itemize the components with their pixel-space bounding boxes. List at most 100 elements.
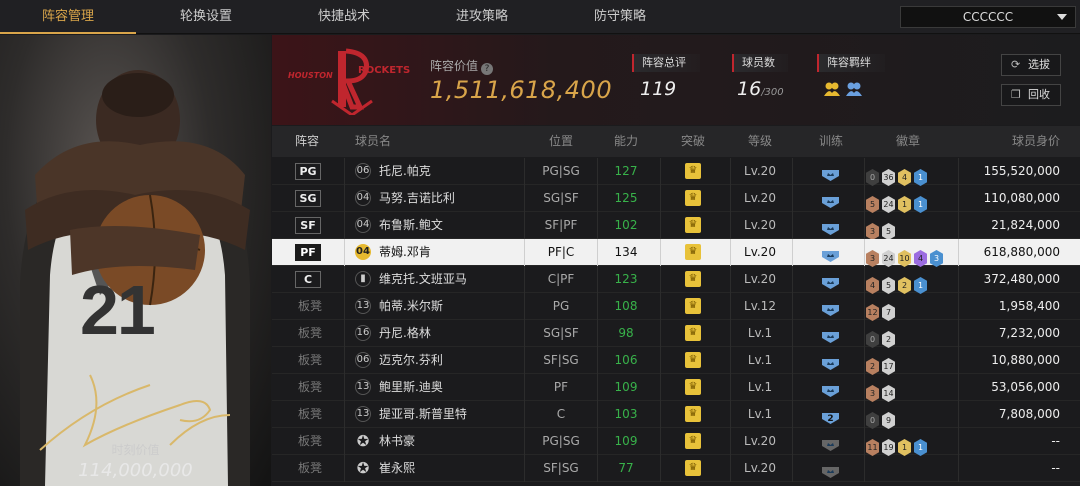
badge-list[interactable]: 11 19 1 1 (866, 433, 930, 456)
training-shield-icon[interactable] (821, 462, 840, 478)
training-shield-icon[interactable] (821, 219, 840, 235)
crown-icon[interactable]: ♛ (685, 406, 701, 422)
badge-list[interactable]: 35 (866, 217, 898, 240)
recycle-button[interactable]: ❐ 回收 (1001, 84, 1061, 106)
column-divider (344, 374, 345, 401)
badge-list[interactable]: 4521 (866, 271, 930, 294)
column-divider (958, 455, 959, 482)
training-shield-icon[interactable] (821, 435, 840, 451)
training-shield-icon[interactable] (821, 165, 840, 181)
bond-blue-icon[interactable] (845, 81, 863, 97)
training-shield-icon[interactable]: 2 (821, 408, 840, 424)
crown-icon[interactable]: ♛ (685, 298, 701, 314)
training-shield-icon[interactable] (821, 246, 840, 262)
badge-list[interactable]: 0 36 4 1 (866, 163, 930, 186)
badge-list[interactable]: 3 14 (866, 379, 898, 402)
tab-offense-strategy[interactable]: 进攻策略 (412, 0, 552, 34)
col-ability: 能力 (613, 134, 638, 148)
table-row[interactable]: PG 06 托尼.帕克 PG|SG 127 ♛ Lv.20 0 36 4 1 155,520,000 (272, 158, 1080, 186)
star-icon: ✪ (356, 432, 370, 450)
player-card[interactable]: 21 时刻价值 114,000,000 (0, 35, 271, 486)
column-divider (958, 347, 959, 374)
badge-list[interactable]: 2 17 (866, 352, 898, 375)
training-shield-icon[interactable] (821, 192, 840, 208)
player-position: PG|SG (542, 434, 580, 448)
jersey-badge: 04 (355, 217, 371, 233)
player-name[interactable]: 丹尼.格林 (379, 320, 431, 347)
player-name[interactable]: 林书豪 (379, 428, 415, 455)
table-row[interactable]: SG 04 马努.吉诺比利 SG|SF 125 ♛ Lv.20 5 24 1 1 110,080,00… (272, 185, 1080, 213)
crown-icon[interactable]: ♛ (685, 352, 701, 368)
bond-label: 阵容羁绊 (817, 54, 885, 72)
crown-icon[interactable]: ♛ (685, 217, 701, 233)
crown-icon[interactable]: ♛ (685, 460, 701, 476)
column-divider (660, 401, 661, 428)
column-divider (792, 293, 793, 320)
badge-list[interactable]: 3 24 10 4 3 (866, 244, 946, 267)
player-name[interactable]: 提亚哥.斯普里特 (379, 401, 467, 428)
table-row[interactable]: 板凳 16 丹尼.格林 SG|SF 98 ♛ Lv.1 0 2 7,232,000 (272, 320, 1080, 348)
player-ability: 106 (614, 353, 638, 367)
badge-icon: 3 (866, 385, 879, 402)
column-divider (660, 374, 661, 401)
player-name[interactable]: 崔永熙 (379, 455, 415, 482)
select-button[interactable]: ⟳ 选拔 (1001, 54, 1061, 76)
badge-list[interactable]: 12 7 (866, 298, 898, 321)
tab-lineup-management[interactable]: 阵容管理 (0, 0, 136, 34)
badge-list[interactable]: 09 (866, 406, 898, 429)
table-row[interactable]: PF 04 蒂姆.邓肯 PF|C 134 ♛ Lv.20 3 24 10 4 3 618,880,000 (272, 239, 1080, 267)
crown-icon[interactable]: ♛ (685, 379, 701, 395)
badge-list[interactable]: 5 24 1 1 (866, 190, 930, 213)
help-icon[interactable]: ? (481, 63, 494, 75)
column-divider (864, 239, 865, 266)
player-count: 16/300 (737, 78, 784, 100)
table-row[interactable]: 板凳 13 提亚哥.斯普里特 C 103 ♛ Lv.1 2 0 9 7,808,000 (272, 401, 1080, 429)
player-name[interactable]: 迈克尔.芬利 (379, 347, 443, 374)
column-divider (958, 239, 959, 266)
badge-list[interactable]: 02 (866, 325, 898, 348)
column-divider (864, 158, 865, 185)
crown-icon[interactable]: ♛ (685, 163, 701, 179)
player-name[interactable]: 鲍里斯.迪奥 (379, 374, 443, 401)
player-name[interactable]: 布鲁斯.鲍文 (379, 212, 443, 239)
tab-defense-strategy[interactable]: 防守策略 (552, 0, 688, 34)
badge-icon: 2 (866, 358, 879, 375)
player-name[interactable]: 托尼.帕克 (379, 158, 431, 185)
table-row[interactable]: 板凳 06 迈克尔.芬利 SF|SG 106 ♛ Lv.1 2 17 10,880,000 (272, 347, 1080, 375)
player-name[interactable]: 蒂姆.邓肯 (379, 239, 431, 266)
player-name[interactable]: 维克托.文班亚马 (379, 266, 467, 293)
training-shield-icon[interactable] (821, 354, 840, 370)
column-divider (660, 347, 661, 374)
table-row[interactable]: 板凳 13 帕蒂.米尔斯 PG 108 ♛ Lv.12 12 7 1,958,400 (272, 293, 1080, 321)
crown-icon[interactable]: ♛ (685, 325, 701, 341)
tab-quick-tactics[interactable]: 快捷战术 (276, 0, 412, 34)
crown-icon[interactable]: ♛ (685, 190, 701, 206)
bond-gold-icon[interactable] (823, 81, 841, 97)
table-row[interactable]: 板凳 ✪ 林书豪 PG|SG 109 ♛ Lv.20 11 19 1 1 -- (272, 428, 1080, 456)
player-value: 7,808,000 (998, 407, 1060, 421)
rockets-logo (331, 48, 373, 115)
player-position: SG|SF (543, 326, 579, 340)
table-row[interactable]: 板凳 ✪ 崔永熙 SF|SG 77 ♛ Lv.20 -- (272, 455, 1080, 482)
player-value: 7,232,000 (998, 326, 1060, 340)
player-value: -- (1051, 461, 1060, 475)
training-shield-icon[interactable] (821, 273, 840, 289)
crown-icon[interactable]: ♛ (685, 433, 701, 449)
training-shield-icon[interactable] (821, 300, 840, 316)
crown-icon[interactable]: ♛ (685, 244, 701, 260)
player-name[interactable]: 帕蒂.米尔斯 (379, 293, 443, 320)
crown-icon[interactable]: ♛ (685, 271, 701, 287)
player-value: 10,880,000 (991, 353, 1060, 367)
table-row[interactable]: C ▮ 维克托.文班亚马 C|PF 123 ♛ Lv.20 4 5 2 1 372,480,000 (272, 266, 1080, 294)
training-shield-icon[interactable] (821, 381, 840, 397)
table-row[interactable]: SF 04 布鲁斯.鲍文 SF|PF 102 ♛ Lv.20 3 5 21,824,000 (272, 212, 1080, 240)
player-name[interactable]: 马努.吉诺比利 (379, 185, 455, 212)
player-position: PF (553, 380, 569, 394)
tab-rotation-settings[interactable]: 轮换设置 (136, 0, 276, 34)
table-row[interactable]: 板凳 13 鲍里斯.迪奥 PF 109 ♛ Lv.1 3 14 53,056,000 (272, 374, 1080, 402)
training-shield-icon[interactable] (821, 327, 840, 343)
column-divider (958, 320, 959, 347)
lineup-dropdown[interactable]: CCCCCC (900, 6, 1076, 28)
col-name: 球员名 (355, 134, 392, 148)
jersey-badge: 16 (355, 325, 371, 341)
